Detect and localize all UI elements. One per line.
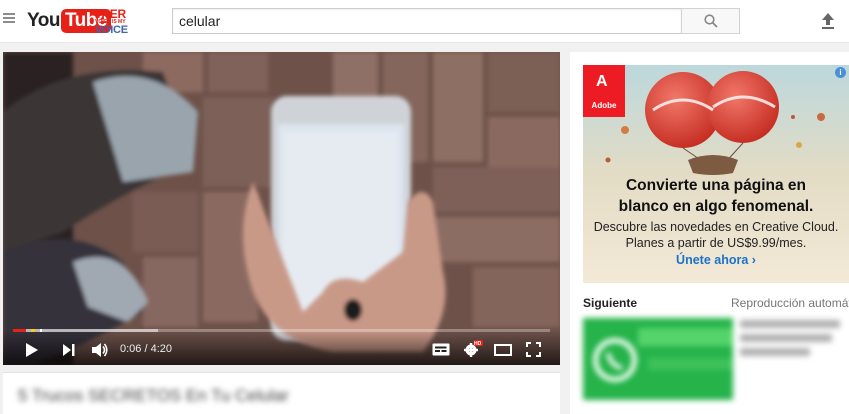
display-ad[interactable]: A Adobe i Convierte una página en blanco… <box>583 65 849 283</box>
fullscreen-icon[interactable] <box>526 342 541 357</box>
masthead: You Tube #HER VOICE IS MY VOICE <box>0 0 849 43</box>
search-field[interactable] <box>172 8 682 34</box>
volume-icon[interactable] <box>91 342 109 358</box>
ad-marker <box>40 329 42 332</box>
ad-marker <box>31 329 35 332</box>
logo-you-text: You <box>27 10 60 31</box>
ad-subtext-line-1: Descubre las novedades en Creative Cloud… <box>593 220 839 234</box>
video-title: 5 Trucos SECRETOS En Tu Celular <box>18 386 289 405</box>
whatsapp-thumbnail-art <box>583 318 733 400</box>
ad-headline-line-1: Convierte una página en <box>625 177 806 194</box>
subtitles-icon[interactable] <box>432 343 450 356</box>
ad-subtext: Descubre las novedades en Creative Cloud… <box>583 219 849 251</box>
next-video-icon[interactable] <box>62 344 76 356</box>
upload-icon <box>822 13 834 29</box>
progress-bar[interactable] <box>13 329 550 332</box>
hd-badge: HD <box>474 341 482 347</box>
ad-headline: Convierte una página en blanco en algo f… <box>583 175 849 217</box>
search-button[interactable] <box>681 8 740 34</box>
up-next-label: Siguiente <box>583 296 638 310</box>
guide-menu-icon[interactable] <box>3 13 15 25</box>
adobe-logo: A Adobe <box>583 65 625 117</box>
video-frame <box>3 52 560 365</box>
next-video-meta[interactable] <box>740 320 849 362</box>
theater-mode-icon[interactable] <box>494 344 512 356</box>
campaign-line-3: VOICE <box>95 24 128 36</box>
watch-sidebar: A Adobe i Convierte una página en blanco… <box>570 52 849 414</box>
video-player[interactable]: 0:06 / 4:20 HD <box>3 52 560 365</box>
adobe-wordmark: Adobe <box>591 101 617 110</box>
her-voice-doodle[interactable]: #HER VOICE IS MY VOICE <box>95 8 131 36</box>
ad-info-icon[interactable]: i <box>835 67 846 78</box>
time-display: 0:06 / 4:20 <box>120 343 172 355</box>
ad-headline-line-2: blanco en algo fenomenal. <box>618 198 814 215</box>
play-icon[interactable] <box>25 342 39 358</box>
ad-subtext-line-2: Planes a partir de US$9.99/mes. <box>625 236 807 250</box>
ad-cta-link[interactable]: Únete ahora › <box>583 253 849 267</box>
autoplay-label[interactable]: Reproducción automática <box>731 296 849 310</box>
next-video-thumbnail[interactable] <box>583 318 733 400</box>
upload-button[interactable] <box>820 12 836 30</box>
progress-played <box>13 329 26 332</box>
video-info-card: 5 Trucos SECRETOS En Tu Celular <box>3 372 560 414</box>
search-input[interactable] <box>173 9 681 33</box>
adobe-a-icon: A <box>596 73 608 90</box>
search-icon <box>703 14 718 28</box>
